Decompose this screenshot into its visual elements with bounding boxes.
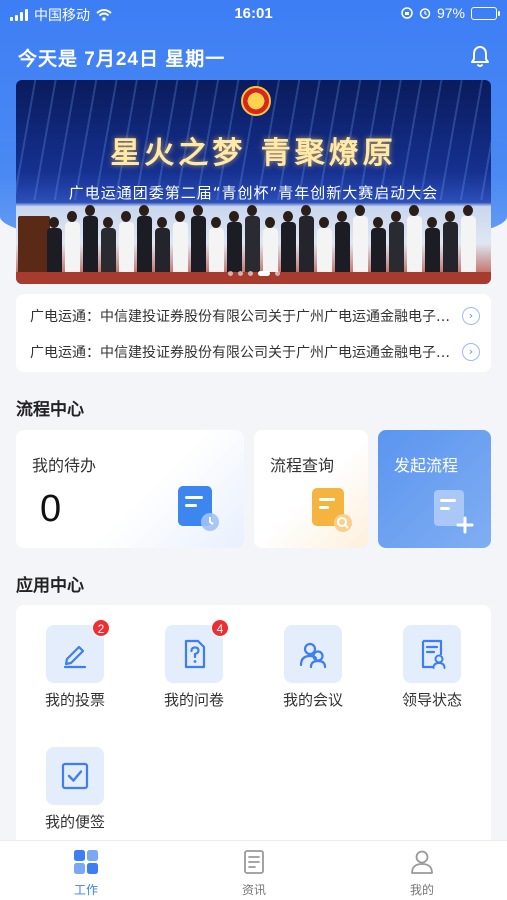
news-ticker: 广电运通：中信建投证券股份有限公司关于广州广电运通金融电子股份有限公司 › 广电… [16,294,491,372]
person-figure [244,205,260,272]
status-right: 97% [401,5,500,21]
person-figure [226,211,242,272]
app-my-questionnaire[interactable]: 4 我的问卷 [139,605,249,709]
section-title-apps: 应用中心 [16,576,84,596]
app-my-notes[interactable]: 我的便签 [20,727,130,831]
add-document-icon [434,490,474,534]
tab-mine[interactable]: 我的 [372,847,472,899]
person-figure [460,205,476,272]
news-item[interactable]: 广电运通：中信建投证券股份有限公司关于广州广电运通金融电子股份有限公司 › [30,340,480,364]
person-figure [262,217,278,272]
battery-percent: 97% [436,5,465,21]
app-label: 我的投票 [44,691,105,709]
tab-label: 工作 [73,883,98,897]
search-document-icon [312,488,352,532]
person-figure [298,205,314,272]
battery-icon [471,6,500,20]
app-tile [403,625,461,683]
questionnaire-icon [184,639,206,669]
meeting-people-icon [299,642,327,669]
todo-count: 0 [40,488,62,530]
banner-title: 星火之梦 青聚燎原 [110,136,397,171]
person-figure [424,217,440,272]
process-query-card[interactable]: 流程查询 [254,430,368,548]
person-figure [388,211,404,272]
person-figure [316,217,332,272]
banner-carousel[interactable]: 星火之梦 青聚燎原 广电运通团委第二届“青创杯”青年创新大赛启动大会 [16,80,491,284]
section-title-flow: 流程中心 [16,400,84,420]
app-label: 我的便签 [44,813,105,831]
person-figure [136,205,152,272]
leader-status-icon [421,639,446,669]
my-todo-card[interactable]: 我的待办 0 [16,430,244,548]
header: 今天是 7月24日 星期一 [18,44,493,74]
person-figure [442,211,458,272]
person-figure [46,217,62,272]
tab-news[interactable]: 资讯 [204,847,304,899]
carousel-dot[interactable] [237,271,243,276]
pen-icon [63,645,87,669]
carousel-dot[interactable] [227,271,233,276]
bottom-tab-bar: 工作 资讯 我的 [0,840,507,900]
youth-league-emblem [241,86,271,116]
carousel-dot[interactable] [247,271,253,276]
start-label: 发起流程 [394,456,459,475]
app-label: 领导状态 [401,691,462,709]
person-figure [334,211,350,272]
carousel-dot[interactable] [274,271,280,276]
todo-document-icon [178,486,219,531]
todo-label: 我的待办 [32,456,97,475]
tab-label: 资讯 [241,883,266,897]
news-text: 广电运通：中信建投证券股份有限公司关于广州广电运通金融电子股份有限公司 [30,309,450,325]
person-figure [352,205,368,272]
app-label: 我的会议 [282,691,343,709]
person-figure [208,217,224,272]
app-my-meeting[interactable]: 我的会议 [258,605,368,709]
user-icon [411,850,433,874]
unread-badge: 2 [92,619,110,637]
carousel-dot[interactable] [257,271,270,276]
chevron-right-icon[interactable]: › [462,343,480,361]
person-figure [190,205,206,272]
news-item[interactable]: 广电运通：中信建投证券股份有限公司关于广州广电运通金融电子股份有限公司 › [30,304,480,328]
person-figure [64,211,80,272]
checkbox-note-icon [61,762,89,790]
app-my-vote[interactable]: 2 我的投票 [20,605,130,709]
news-icon [244,850,264,874]
query-label: 流程查询 [270,456,335,475]
news-text: 广电运通：中信建投证券股份有限公司关于广州广电运通金融电子股份有限公司 [30,345,450,361]
person-figure [100,217,116,272]
tab-work[interactable]: 工作 [36,847,136,899]
person-figure [154,217,170,272]
person-figure [406,205,422,272]
status-bar: 中国移动 16:01 97% [0,0,507,28]
tab-label: 我的 [409,883,434,897]
person-figure [370,217,386,272]
person-figure [118,211,134,272]
orientation-lock-icon [401,7,413,19]
person-figure [82,205,98,272]
carousel-dots [16,271,491,276]
bell-icon[interactable] [467,44,493,70]
grid-icon [74,850,98,874]
unread-badge: 4 [211,619,229,637]
date-greeting: 今天是 7月24日 星期一 [18,49,226,70]
app-tile [46,747,104,805]
app-label: 我的问卷 [163,691,224,709]
person-figure [172,211,188,272]
alarm-icon [419,8,431,19]
group-photo [46,198,476,272]
person-figure [280,211,296,272]
app-grid: 2 我的投票 4 我的问卷 我的会议 领导状态 我的便签 [16,605,491,850]
chevron-right-icon[interactable]: › [462,307,480,325]
app-leader-status[interactable]: 领导状态 [377,605,487,709]
start-process-card[interactable]: 发起流程 [378,430,491,548]
app-tile [284,625,342,683]
